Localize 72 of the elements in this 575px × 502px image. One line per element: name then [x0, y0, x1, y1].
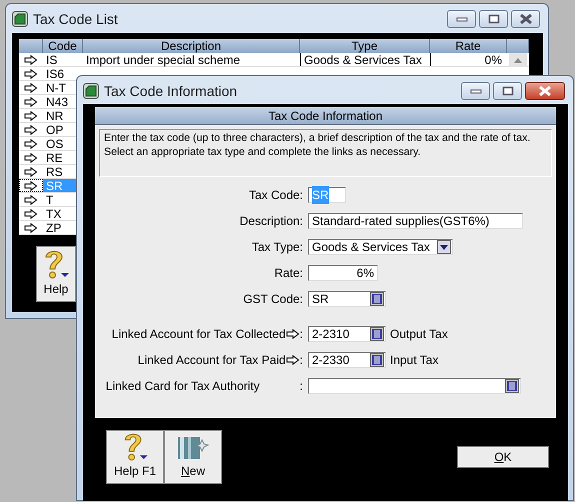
table-cell-text: Import under special scheme	[85, 53, 242, 66]
field-label: Rate:	[274, 265, 303, 282]
window-title: Tax Code Information	[104, 82, 238, 100]
lookup-button[interactable]	[370, 292, 384, 306]
lookup-button[interactable]	[370, 353, 384, 367]
field-label: Tax Code:	[248, 187, 303, 204]
window-title: Tax Code List	[33, 10, 118, 28]
instructions-text: Enter the tax code (up to three characters), a brief description of the tax and the rate of tax. Select an appropriate tax type and complete the links as necessary.	[99, 129, 552, 177]
table-cell-text: ZP	[45, 221, 62, 234]
help-button[interactable]: Help	[36, 246, 76, 302]
field-label: Linked Card for Tax Authority	[106, 378, 260, 395]
table-cell-text: IS6	[45, 67, 66, 80]
list-icon	[507, 381, 517, 391]
new-icon	[176, 434, 210, 462]
maximize-icon	[488, 14, 500, 24]
arrow-icon	[286, 355, 300, 365]
arrow-icon	[286, 329, 300, 339]
list-icon	[372, 355, 382, 365]
close-icon	[538, 86, 552, 96]
minimize-button[interactable]	[461, 82, 490, 100]
lookup-button[interactable]	[505, 379, 519, 393]
maximize-button[interactable]	[493, 82, 522, 100]
table-cell-text: OP	[45, 123, 64, 136]
table-cell-text: TX	[45, 207, 62, 220]
field-label: GST Code:	[243, 291, 303, 308]
table-cell-text: OS	[45, 137, 64, 150]
input-field[interactable]: Standard-rated supplies(GST6%)	[308, 213, 523, 229]
table-cell: 0%	[430, 53, 507, 66]
field-label: Description:	[240, 213, 303, 230]
table-cell-text: IS	[45, 53, 58, 66]
input-field[interactable]: Goods & Services Tax	[308, 239, 453, 255]
table-cell-text: T	[45, 193, 54, 206]
app-icon	[83, 83, 99, 99]
field-label: Tax Type:	[252, 239, 303, 256]
table-cell-text: RS	[45, 165, 64, 178]
app-icon	[12, 11, 28, 27]
lookup-button[interactable]	[370, 327, 384, 341]
close-icon	[518, 14, 532, 24]
minimize-icon	[470, 88, 482, 94]
close-button[interactable]	[511, 10, 540, 28]
caret-icon	[440, 244, 448, 250]
new-button[interactable]: New	[164, 430, 222, 484]
ok-button[interactable]: OK	[457, 446, 549, 468]
table-cell: Goods & Services Tax	[300, 53, 430, 66]
scroll-up-button[interactable]	[509, 53, 527, 67]
list-icon	[372, 329, 382, 339]
colon-label: :	[300, 352, 303, 369]
input-field[interactable]: SR	[308, 291, 386, 307]
list-icon	[372, 294, 382, 304]
field-label: Linked Account for Tax Collected	[112, 326, 286, 343]
table-cell-text: NR	[45, 109, 64, 122]
input-field[interactable]: 6%	[308, 265, 378, 281]
table-cell-text: N43	[45, 95, 70, 108]
up-arrow-icon	[514, 58, 522, 62]
dropdown-button[interactable]	[437, 240, 451, 254]
account-name: Input Tax	[390, 352, 438, 369]
panel-title: Tax Code Information	[95, 107, 556, 125]
maximize-button[interactable]	[479, 10, 508, 28]
colon-label: :	[300, 378, 303, 395]
input-field[interactable]: 2-2330	[308, 352, 386, 368]
table-cell-text: N-T	[45, 81, 67, 94]
colon-label: :	[300, 326, 303, 343]
minimize-button[interactable]	[447, 10, 476, 28]
minimize-icon	[456, 16, 468, 22]
account-name: Output Tax	[390, 326, 448, 343]
field-label: Linked Account for Tax Paid	[138, 352, 286, 369]
close-button[interactable]	[525, 82, 565, 100]
help-button[interactable]: Help F1	[106, 430, 164, 484]
maximize-icon	[502, 86, 514, 96]
table-cell-text: RE	[45, 151, 64, 164]
input-field[interactable]	[308, 378, 521, 394]
input-field[interactable]: 2-2310	[308, 326, 386, 342]
